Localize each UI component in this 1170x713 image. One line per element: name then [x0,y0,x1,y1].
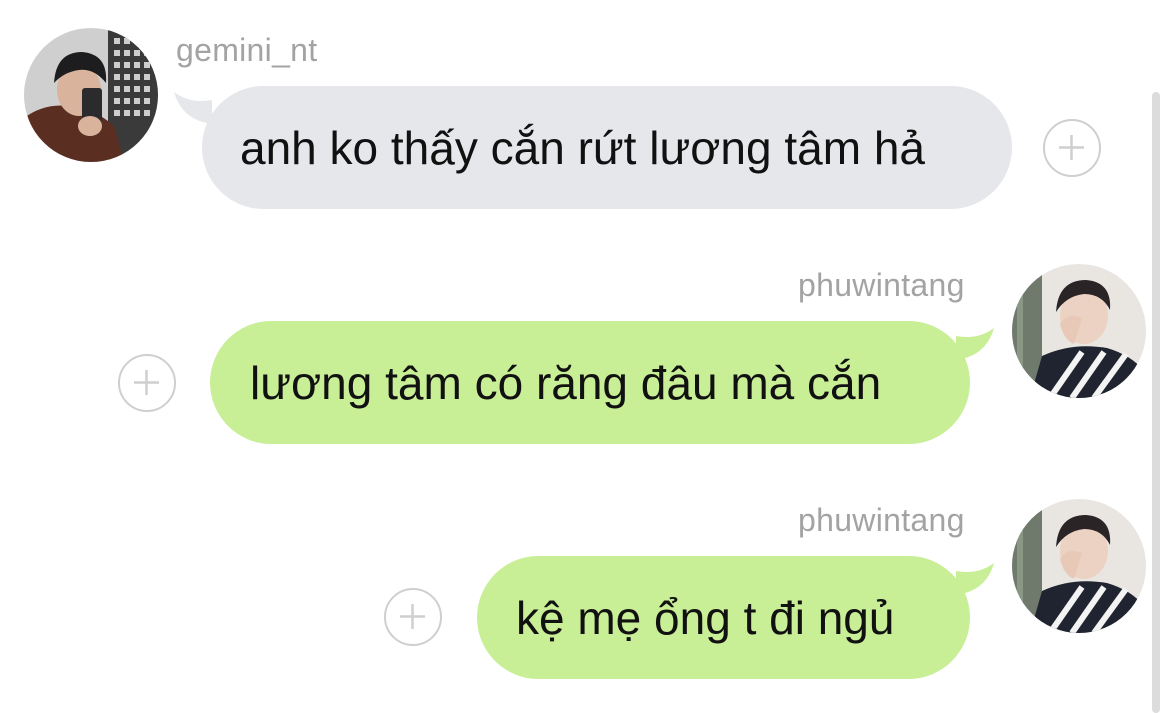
plus-circle-icon[interactable] [384,588,442,646]
avatar-gemini-nt[interactable] [24,28,158,162]
bubble-tail [956,328,994,360]
plus-circle-icon[interactable] [118,354,176,412]
plus-circle-icon[interactable] [1043,119,1101,177]
message-bubble-outgoing[interactable]: kệ mẹ ổng t đi ngủ [477,556,970,679]
sender-username: gemini_nt [176,32,318,68]
sender-username: phuwintang [798,502,965,538]
message-text: kệ mẹ ổng t đi ngủ [516,591,895,644]
message-text: lương tâm có răng đâu mà cắn [250,356,882,409]
scrollbar[interactable] [1152,92,1160,713]
sender-username: phuwintang [798,267,965,303]
message-bubble-outgoing[interactable]: lương tâm có răng đâu mà cắn [210,321,970,444]
bubble-tail [956,563,994,595]
message-text: anh ko thấy cắn rứt lương tâm hả [240,121,925,174]
message-bubble-incoming[interactable]: anh ko thấy cắn rứt lương tâm hả [202,86,1012,209]
avatar-phuwintang[interactable] [1012,499,1146,633]
avatar-phuwintang[interactable] [1012,264,1146,398]
